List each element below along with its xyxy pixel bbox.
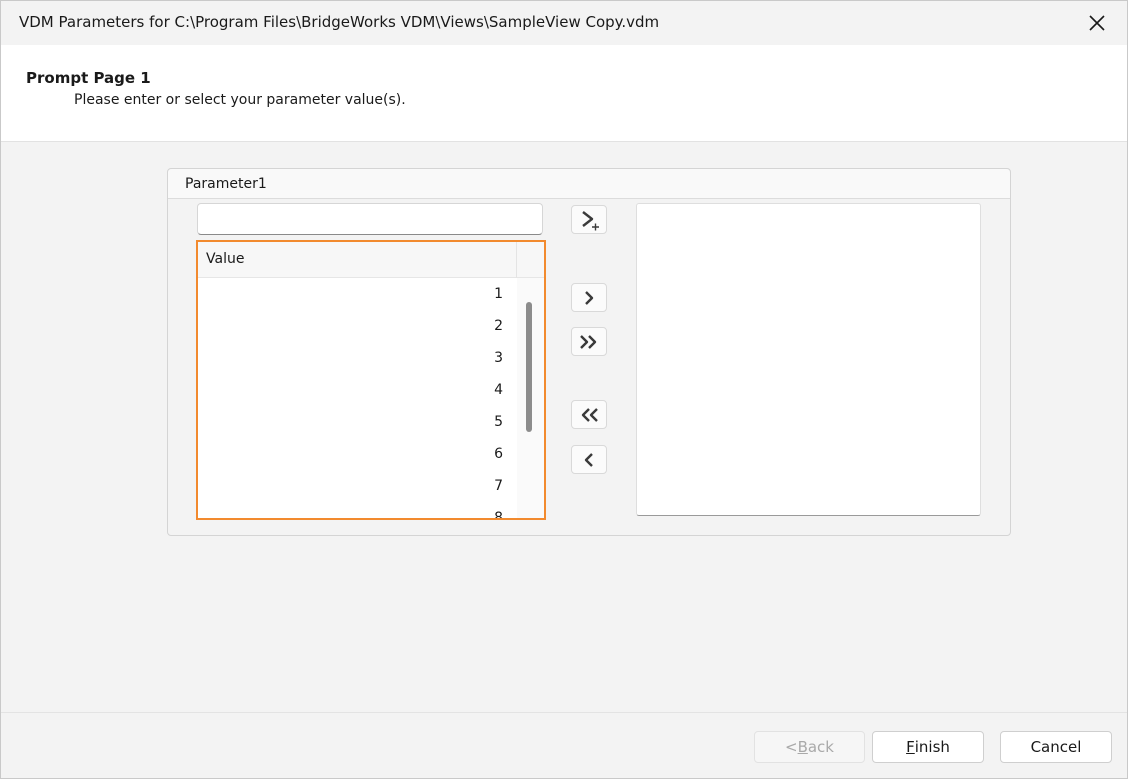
page-subtitle: Please enter or select your parameter va… [74, 92, 406, 108]
list-item[interactable]: 6 [198, 440, 517, 472]
back-button-accel: B [797, 738, 808, 756]
parameter-group: Parameter1 Value 1 2 3 4 5 6 7 8 [167, 168, 1011, 536]
list-scrollbar[interactable] [517, 278, 544, 518]
list-item[interactable]: 3 [198, 344, 517, 376]
list-item[interactable]: 7 [198, 472, 517, 504]
finish-button[interactable]: Finish [872, 731, 984, 763]
double-chevron-right-icon [580, 334, 597, 349]
cancel-button-label: Cancel [1030, 738, 1082, 756]
back-button-label: ack [807, 738, 834, 756]
dialog-window: VDM Parameters for C:\Program Files\Brid… [0, 0, 1128, 779]
list-item[interactable]: 2 [198, 312, 517, 344]
parameter-group-header: Parameter1 [168, 169, 1010, 199]
page-header: Prompt Page 1 Please enter or select you… [1, 45, 1127, 142]
list-item[interactable]: 4 [198, 376, 517, 408]
finish-button-accel: F [906, 738, 915, 756]
close-button[interactable] [1067, 1, 1127, 45]
remove-all-button[interactable] [571, 400, 607, 429]
parameter-label: Parameter1 [185, 176, 267, 192]
double-chevron-left-icon [581, 407, 598, 422]
back-button-prefix: < [784, 738, 798, 756]
chevron-left-icon [584, 452, 593, 467]
add-all-button[interactable] [571, 327, 607, 356]
add-selected-button[interactable] [571, 283, 607, 312]
dialog-footer: < Back Finish Cancel [1, 712, 1127, 778]
column-header-value[interactable]: Value [198, 242, 517, 278]
close-icon [1089, 15, 1105, 31]
selected-values-list[interactable] [636, 203, 981, 516]
finish-button-label: inish [914, 738, 950, 756]
back-button[interactable]: < Back [754, 731, 865, 763]
add-custom-value-button[interactable] [571, 205, 607, 234]
cancel-button[interactable]: Cancel [1000, 731, 1112, 763]
chevron-right-plus-icon [582, 210, 599, 230]
list-header: Value [198, 242, 544, 278]
parameter-value-input[interactable] [197, 203, 543, 235]
scrollbar-thumb[interactable] [526, 302, 532, 432]
list-item[interactable]: 5 [198, 408, 517, 440]
list-item[interactable]: 1 [198, 280, 517, 312]
title-bar: VDM Parameters for C:\Program Files\Brid… [1, 1, 1127, 45]
remove-selected-button[interactable] [571, 445, 607, 474]
chevron-right-icon [585, 290, 594, 305]
window-title: VDM Parameters for C:\Program Files\Brid… [19, 13, 660, 31]
list-item[interactable]: 8 [198, 504, 517, 518]
page-title: Prompt Page 1 [26, 69, 151, 87]
list-rows: 1 2 3 4 5 6 7 8 [198, 278, 517, 518]
available-values-list[interactable]: Value 1 2 3 4 5 6 7 8 [196, 240, 546, 520]
